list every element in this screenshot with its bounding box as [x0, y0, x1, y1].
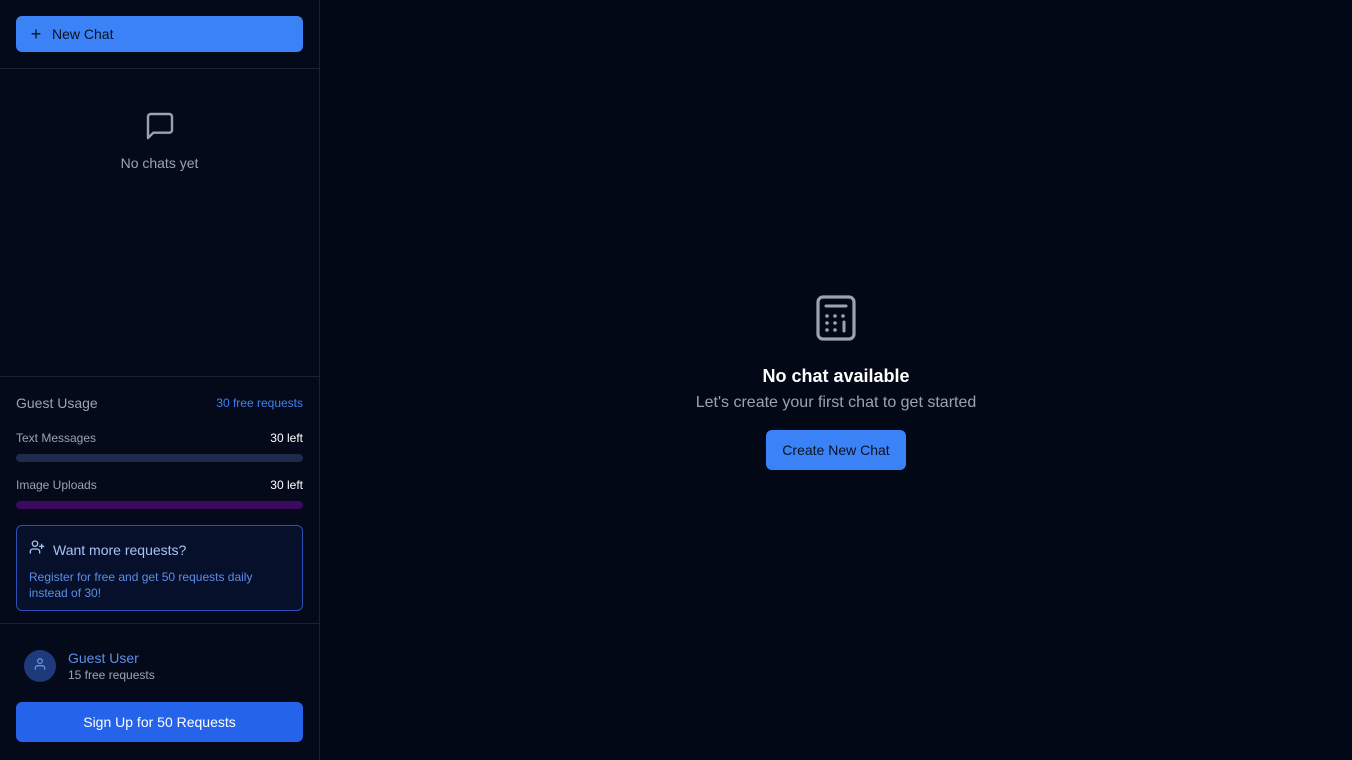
calculator-icon	[816, 295, 856, 346]
image-uploads-progress	[16, 501, 303, 509]
empty-state-subtitle: Let's create your first chat to get star…	[695, 394, 977, 411]
new-chat-button[interactable]: + New Chat	[16, 16, 303, 52]
user-section: Guest User 15 free requests Sign Up for …	[0, 624, 319, 758]
signup-button[interactable]: Sign Up for 50 Requests	[16, 702, 303, 742]
empty-state-title: No chat available	[762, 366, 910, 386]
promo-header: Want more requests?	[29, 539, 290, 560]
usage-header: Guest Usage 30 free requests	[16, 395, 303, 411]
user-name: Guest User	[68, 650, 139, 666]
text-messages-progress	[16, 454, 303, 462]
usage-badge: 30 free requests	[216, 396, 303, 410]
sidebar: + New Chat No chats yet Guest Usage 30 f…	[0, 0, 320, 760]
sidebar-top: + New Chat	[0, 0, 319, 69]
usage-label: Image Uploads	[16, 478, 97, 492]
promo-title: Want more requests?	[53, 541, 187, 558]
message-square-icon	[144, 110, 176, 147]
usage-row-text: Text Messages 30 left	[16, 431, 303, 445]
usage-row-image: Image Uploads 30 left	[16, 478, 303, 492]
app-root: + New Chat No chats yet Guest Usage 30 f…	[0, 0, 1352, 760]
new-chat-label: New Chat	[52, 26, 114, 42]
user-profile[interactable]: Guest User 15 free requests	[16, 650, 303, 682]
usage-remaining: 30 left	[270, 431, 303, 445]
user-icon	[33, 657, 47, 676]
user-plus-icon	[29, 539, 45, 560]
empty-chats-text: No chats yet	[120, 155, 199, 171]
create-new-chat-button[interactable]: Create New Chat	[766, 430, 906, 470]
promo-text: Register for free and get 50 requests da…	[29, 570, 253, 600]
chat-list: No chats yet	[0, 69, 319, 377]
usage-panel: Guest Usage 30 free requests Text Messag…	[0, 377, 319, 624]
upgrade-promo: Want more requests? Register for free an…	[16, 525, 303, 611]
user-subtitle: 15 free requests	[68, 668, 155, 682]
avatar	[24, 650, 56, 682]
usage-label: Text Messages	[16, 431, 97, 445]
main-panel: No chat available Let's create your firs…	[320, 0, 1352, 760]
user-info: Guest User 15 free requests	[68, 650, 155, 682]
usage-remaining: 30 left	[270, 478, 303, 492]
usage-title: Guest Usage	[16, 395, 98, 411]
plus-icon: +	[30, 24, 42, 44]
